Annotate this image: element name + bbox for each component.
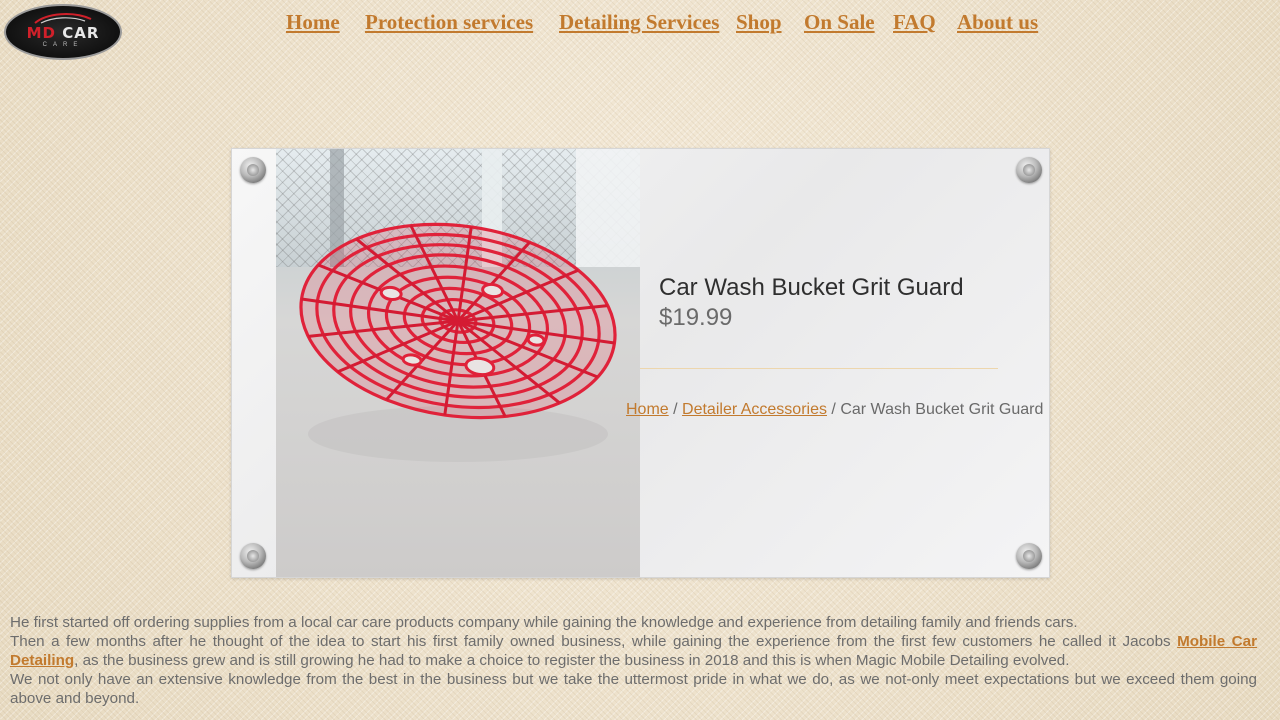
nav-protection-services[interactable]: Protection services <box>365 10 533 35</box>
divider <box>640 368 998 369</box>
breadcrumb: Home / Detailer Accessories / Car Wash B… <box>626 401 1043 419</box>
about-section: He first started off ordering supplies f… <box>10 613 1257 708</box>
about-text: Then a few months after he thought of th… <box>10 633 1178 650</box>
breadcrumb-current: Car Wash Bucket Grit Guard <box>840 401 1044 418</box>
rivet-icon <box>1016 157 1042 183</box>
breadcrumb-category-link[interactable]: Detailer Accessories <box>682 401 827 418</box>
about-paragraph: Then a few months after he thought of th… <box>10 632 1257 670</box>
logo-subtitle: CARE <box>42 42 84 48</box>
grit-guard-icon <box>299 222 617 462</box>
about-paragraph: We not only have an extensive knowledge … <box>10 671 1257 707</box>
nav-faq[interactable]: FAQ <box>893 10 936 35</box>
rivet-icon <box>240 157 266 183</box>
main-nav: Home Protection services Detailing Servi… <box>0 10 1280 38</box>
nav-on-sale[interactable]: On Sale <box>804 10 875 35</box>
nav-shop[interactable]: Shop <box>736 10 782 35</box>
about-text: , as the business grew and is still grow… <box>74 652 1070 669</box>
nav-detailing-services[interactable]: Detailing Services <box>559 10 719 35</box>
rivet-icon <box>1016 543 1042 569</box>
breadcrumb-home-link[interactable]: Home <box>626 401 669 418</box>
nav-about-us[interactable]: About us <box>957 10 1038 35</box>
nav-home[interactable]: Home <box>286 10 340 35</box>
breadcrumb-separator: / <box>668 401 683 418</box>
product-title: Car Wash Bucket Grit Guard <box>659 274 964 301</box>
product-price: $19.99 <box>659 304 733 331</box>
rivet-icon <box>240 543 266 569</box>
about-paragraph: He first started off ordering supplies f… <box>10 614 1078 631</box>
product-image[interactable] <box>276 149 640 577</box>
breadcrumb-separator: / <box>826 401 841 418</box>
